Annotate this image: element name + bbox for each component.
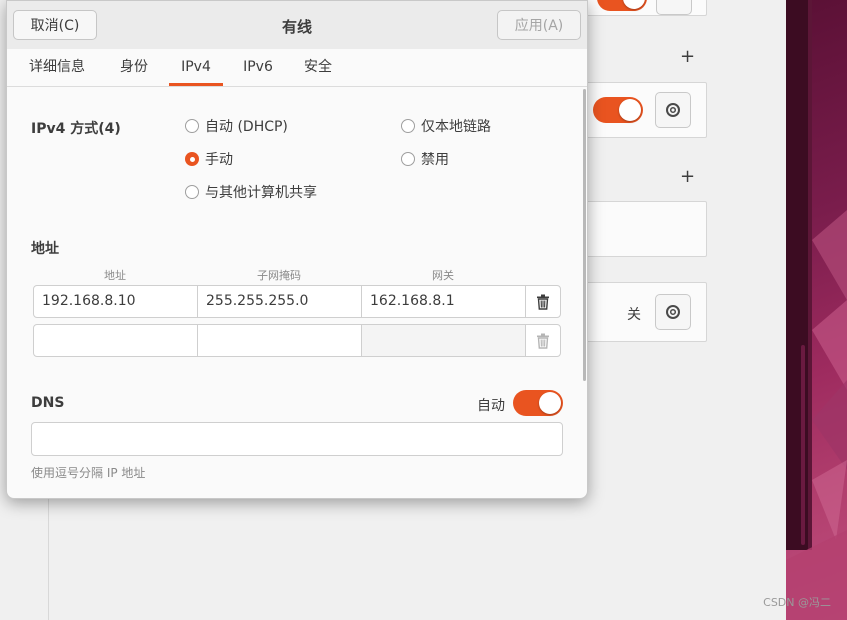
proxy-status-off: 关	[627, 307, 641, 323]
radio-label: 与其他计算机共享	[205, 185, 317, 201]
address-input[interactable]	[34, 325, 198, 356]
radio-circle-icon	[401, 119, 415, 133]
wired-settings-dialog: 取消(C) 有线 应用(A) 详细信息 身份 IPv4 IPv6 安全 IPv4…	[6, 0, 588, 499]
radio-link-local[interactable]: 仅本地链路	[401, 116, 491, 136]
netmask-input[interactable]	[198, 325, 362, 356]
dns-hint: 使用逗号分隔 IP 地址	[31, 466, 146, 480]
proxy-settings-button[interactable]	[655, 294, 691, 330]
tab-bar: 详细信息 身份 IPv4 IPv6 安全	[7, 49, 587, 87]
radio-label: 手动	[205, 152, 233, 168]
column-header-netmask: 子网掩码	[257, 269, 301, 282]
watermark: CSDN @冯二	[763, 596, 831, 609]
column-header-address: 地址	[104, 269, 126, 282]
trash-icon	[537, 294, 549, 310]
dns-auto-toggle[interactable]	[513, 390, 563, 416]
delete-row-button[interactable]	[526, 325, 560, 356]
address-input[interactable]: 192.168.8.10	[34, 286, 198, 317]
dns-label: DNS	[31, 395, 65, 411]
dns-auto-label: 自动	[477, 398, 505, 414]
radio-auto-dhcp[interactable]: 自动 (DHCP)	[185, 116, 288, 136]
tab-ipv6[interactable]: IPv6	[235, 49, 281, 86]
gear-icon	[666, 305, 680, 319]
tab-security[interactable]: 安全	[295, 49, 341, 86]
add-vpn-plus-icon[interactable]: +	[680, 48, 695, 66]
desktop-wallpaper	[786, 0, 847, 620]
add-proxy-plus-icon[interactable]: +	[680, 168, 695, 186]
address-row-empty	[33, 324, 561, 357]
netmask-input[interactable]: 255.255.255.0	[198, 286, 362, 317]
vpn-settings-button[interactable]	[655, 92, 691, 128]
tab-identity[interactable]: 身份	[111, 49, 157, 86]
tab-ipv4[interactable]: IPv4	[169, 49, 223, 86]
wired-settings-button[interactable]	[656, 0, 692, 15]
tab-details[interactable]: 详细信息	[21, 49, 93, 86]
gateway-input[interactable]: 162.168.8.1	[362, 286, 526, 317]
ipv4-method-label: IPv4 方式(4)	[31, 121, 121, 137]
radio-label: 仅本地链路	[421, 119, 491, 135]
trash-icon	[537, 333, 549, 349]
radio-label: 自动 (DHCP)	[205, 119, 288, 135]
content-scrollbar[interactable]	[583, 89, 586, 381]
toggle-knob	[539, 392, 561, 414]
radio-shared[interactable]: 与其他计算机共享	[185, 182, 317, 202]
dns-input[interactable]	[31, 422, 563, 456]
column-header-gateway: 网关	[432, 269, 454, 282]
gateway-input[interactable]	[362, 325, 526, 356]
radio-disabled[interactable]: 禁用	[401, 149, 449, 169]
address-row: 192.168.8.10 255.255.255.0 162.168.8.1	[33, 285, 561, 318]
wired-toggle[interactable]	[597, 0, 647, 11]
delete-row-button[interactable]	[526, 286, 560, 317]
radio-selected-icon	[185, 152, 199, 166]
vpn-toggle[interactable]	[593, 97, 643, 123]
gear-icon	[666, 103, 680, 117]
radio-circle-icon	[401, 152, 415, 166]
apply-button[interactable]: 应用(A)	[497, 10, 581, 40]
radio-manual[interactable]: 手动	[185, 149, 233, 169]
dialog-header: 取消(C) 有线 应用(A)	[7, 1, 587, 50]
addresses-label: 地址	[31, 241, 59, 257]
radio-circle-icon	[185, 185, 199, 199]
radio-circle-icon	[185, 119, 199, 133]
ipv4-settings-content: IPv4 方式(4) 自动 (DHCP) 仅本地链路 手动 禁用 与其他计算机共…	[7, 87, 587, 498]
radio-label: 禁用	[421, 152, 449, 168]
